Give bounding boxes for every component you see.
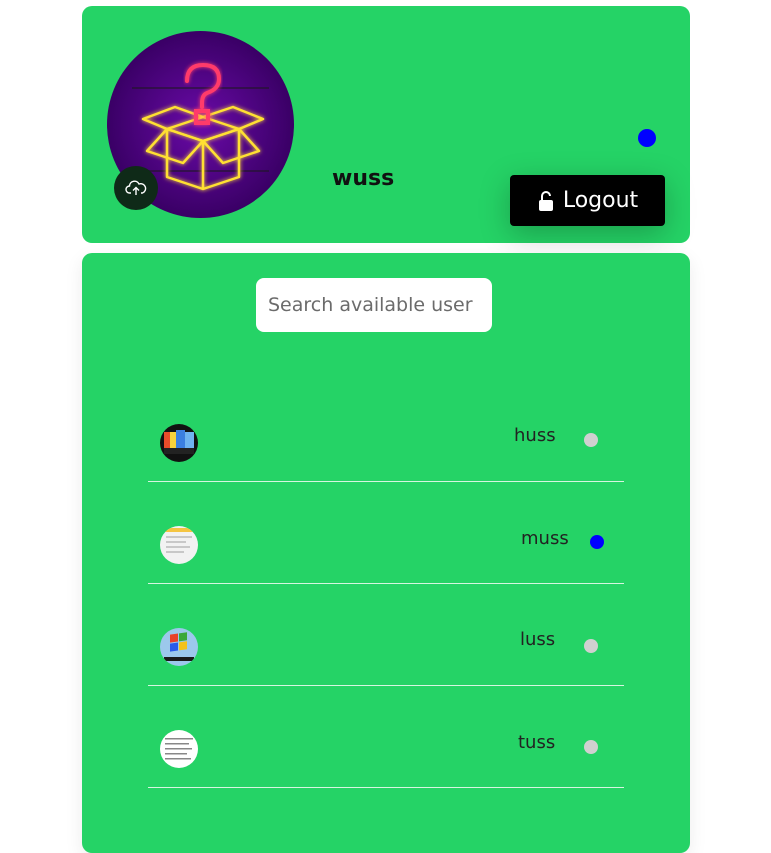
user-row-tuss[interactable]: tuss [148,686,624,788]
profile-card: wuss Logout [82,6,690,243]
profile-status-dot [638,129,656,147]
user-name: tuss [518,732,556,753]
search-input[interactable] [256,278,492,332]
user-name: muss [521,528,569,549]
windows-logo-avatar [160,628,198,666]
user-avatar [160,424,198,462]
user-name: huss [514,425,556,446]
user-row-luss[interactable]: luss [148,584,624,686]
user-avatar [160,526,198,564]
document-avatar [160,730,198,768]
logout-button[interactable]: Logout [510,175,665,226]
user-status-dot [584,433,598,447]
user-row-muss[interactable]: muss [148,482,624,584]
profile-username: wuss [332,166,395,191]
users-card: huss muss lu [82,253,690,853]
user-row-huss[interactable]: huss [148,380,624,482]
logout-label: Logout [562,188,639,213]
user-status-dot [584,740,598,754]
cloud-upload-icon [125,180,147,195]
user-name: luss [520,629,556,650]
user-status-dot [590,535,604,549]
user-status-dot [584,639,598,653]
unlock-icon [538,190,553,211]
upload-avatar-button[interactable] [114,166,158,210]
